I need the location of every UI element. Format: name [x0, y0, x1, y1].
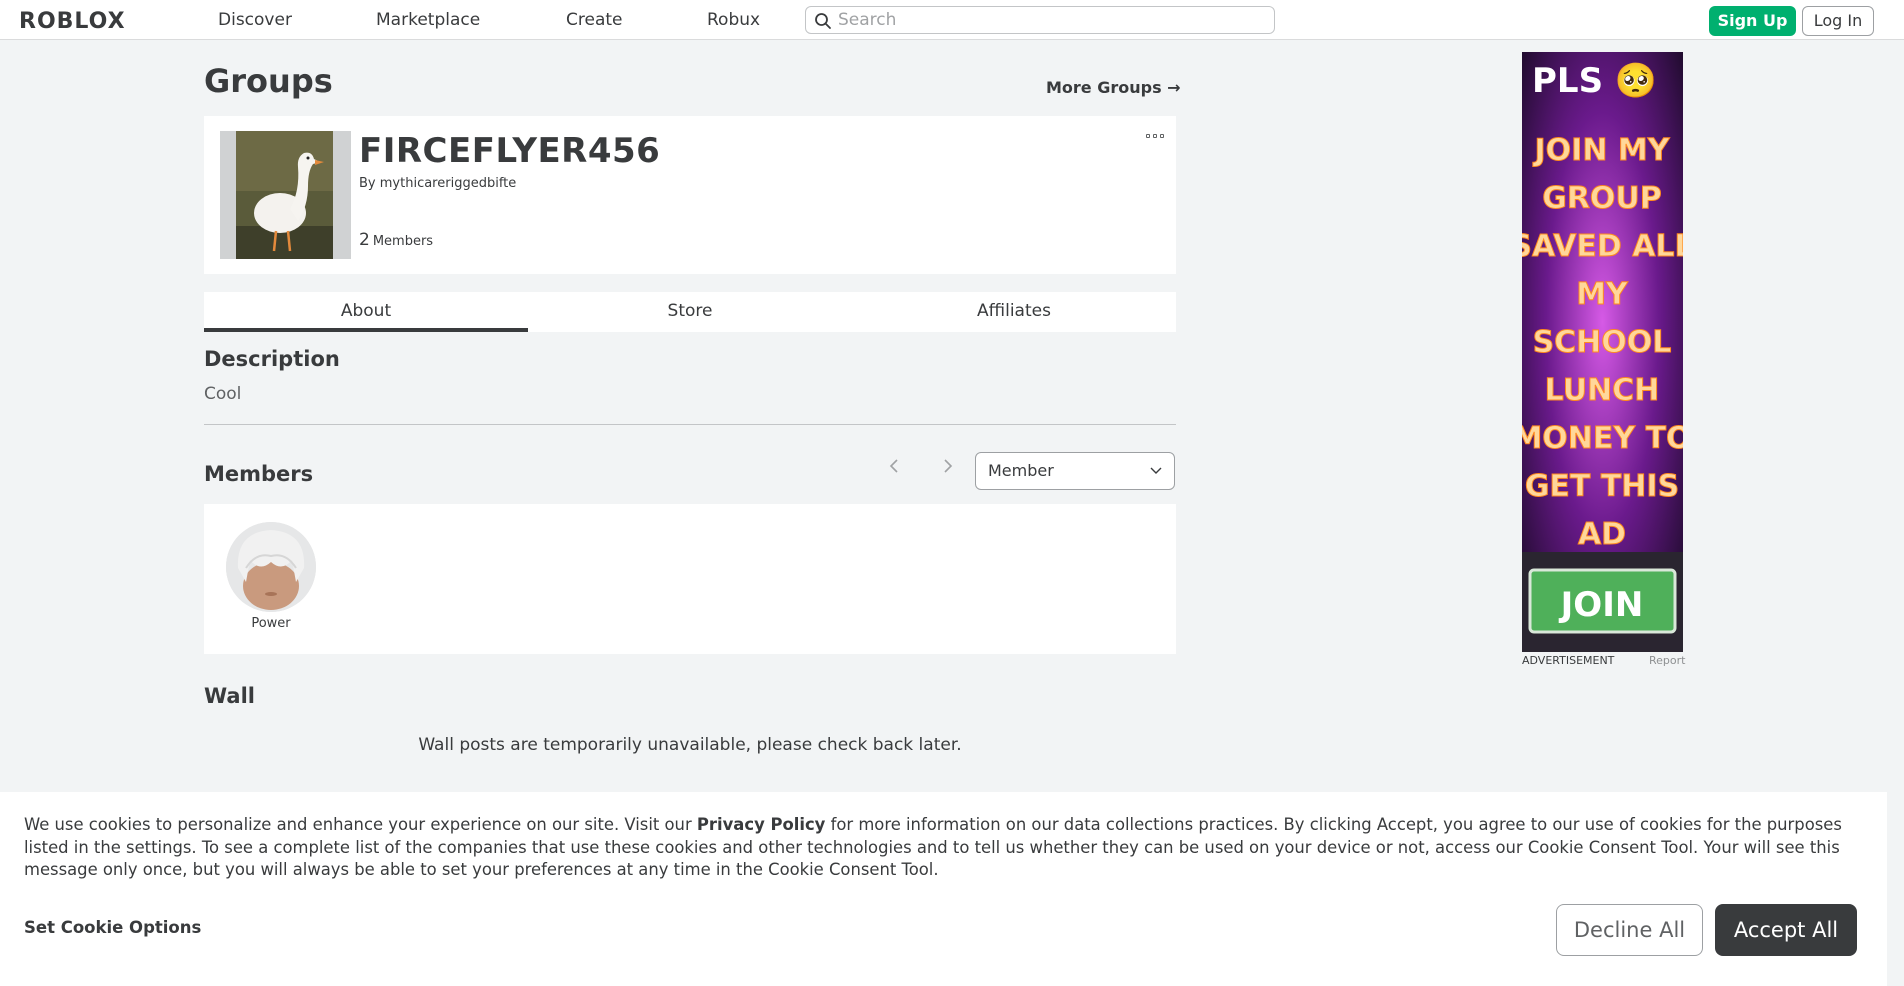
member-name[interactable]: Power [226, 616, 316, 631]
top-navigation-bar: ROBLOX Discover Marketplace Create Robux… [0, 0, 1904, 40]
description-heading: Description [204, 347, 340, 371]
ad-join-button: JOIN [1559, 585, 1644, 625]
role-filter-dropdown[interactable]: Member [975, 452, 1175, 490]
log-in-button[interactable]: Log In [1802, 6, 1874, 36]
group-emblem-image [220, 131, 351, 259]
member-avatar[interactable] [226, 522, 316, 612]
search-box [805, 6, 1275, 34]
sign-up-button[interactable]: Sign Up [1709, 6, 1796, 36]
ad-line: MY [1576, 277, 1629, 312]
description-text: Cool [204, 384, 242, 404]
ad-line: JOIN MY [1533, 133, 1671, 168]
group-owner-line: By mythicareriggedbifte [359, 176, 516, 191]
nav-robux[interactable]: Robux [707, 10, 760, 30]
wall-unavailable-message: Wall posts are temporarily unavailable, … [418, 735, 962, 755]
owner-prefix: By [359, 176, 376, 191]
advertisement-banner[interactable]: PLS 🥺 JOIN MY GROUP SAVED ALL MY SCHOOL … [1522, 52, 1683, 652]
member-count-label: Members [372, 234, 434, 249]
nav-marketplace[interactable]: Marketplace [376, 10, 480, 30]
privacy-policy-link[interactable]: Privacy Policy [697, 815, 825, 834]
ad-label: ADVERTISEMENT [1522, 654, 1615, 667]
ad-line: AD [1578, 517, 1626, 552]
accept-all-button[interactable]: Accept All [1715, 904, 1857, 956]
ad-line: SCHOOL [1533, 325, 1672, 360]
group-name: FIRCEFLYER456 [359, 131, 661, 171]
ad-headline: PLS 🥺 [1532, 61, 1657, 101]
cookie-consent-banner: We use cookies to personalize and enhanc… [0, 792, 1887, 986]
roblox-logo[interactable]: ROBLOX [19, 9, 126, 34]
members-heading: Members [204, 462, 314, 486]
tab-store[interactable]: Store [528, 292, 852, 332]
ad-line: LUNCH [1545, 373, 1660, 408]
page-title: Groups [204, 62, 333, 100]
tab-affiliates[interactable]: Affiliates [852, 292, 1176, 332]
previous-page-icon[interactable] [889, 458, 899, 479]
cookie-text-part: We use cookies to personalize and enhanc… [24, 815, 697, 834]
members-list: Power [204, 504, 1176, 654]
member-count: 2 Members [359, 230, 433, 250]
group-tabs: About Store Affiliates [204, 292, 1176, 332]
tab-about[interactable]: About [204, 292, 528, 332]
set-cookie-options-link[interactable]: Set Cookie Options [24, 918, 201, 937]
nav-discover[interactable]: Discover [218, 10, 292, 30]
decline-all-button[interactable]: Decline All [1556, 904, 1703, 956]
ad-line: GET THIS [1525, 469, 1679, 504]
owner-link[interactable]: mythicareriggedbifte [380, 176, 517, 191]
ad-line: SAVED ALL [1522, 229, 1683, 264]
search-input[interactable] [838, 9, 1258, 31]
ad-report-link[interactable]: Report [1649, 654, 1685, 667]
member-count-value: 2 [359, 230, 370, 250]
next-page-icon[interactable] [943, 458, 953, 479]
more-options-icon[interactable] [1146, 130, 1166, 142]
ad-line: MONEY TO [1522, 421, 1683, 456]
chevron-down-icon [1150, 467, 1162, 474]
ad-line: GROUP [1542, 181, 1662, 216]
search-icon [815, 13, 831, 29]
group-header-card: FIRCEFLYER456 By mythicareriggedbifte 2M… [204, 116, 1176, 274]
more-groups-link[interactable]: More Groups → [1046, 78, 1181, 97]
role-filter-value: Member [988, 461, 1054, 480]
wall-heading: Wall [204, 684, 255, 708]
nav-create[interactable]: Create [566, 10, 623, 30]
section-divider [204, 424, 1176, 425]
cookie-message: We use cookies to personalize and enhanc… [24, 814, 1864, 882]
